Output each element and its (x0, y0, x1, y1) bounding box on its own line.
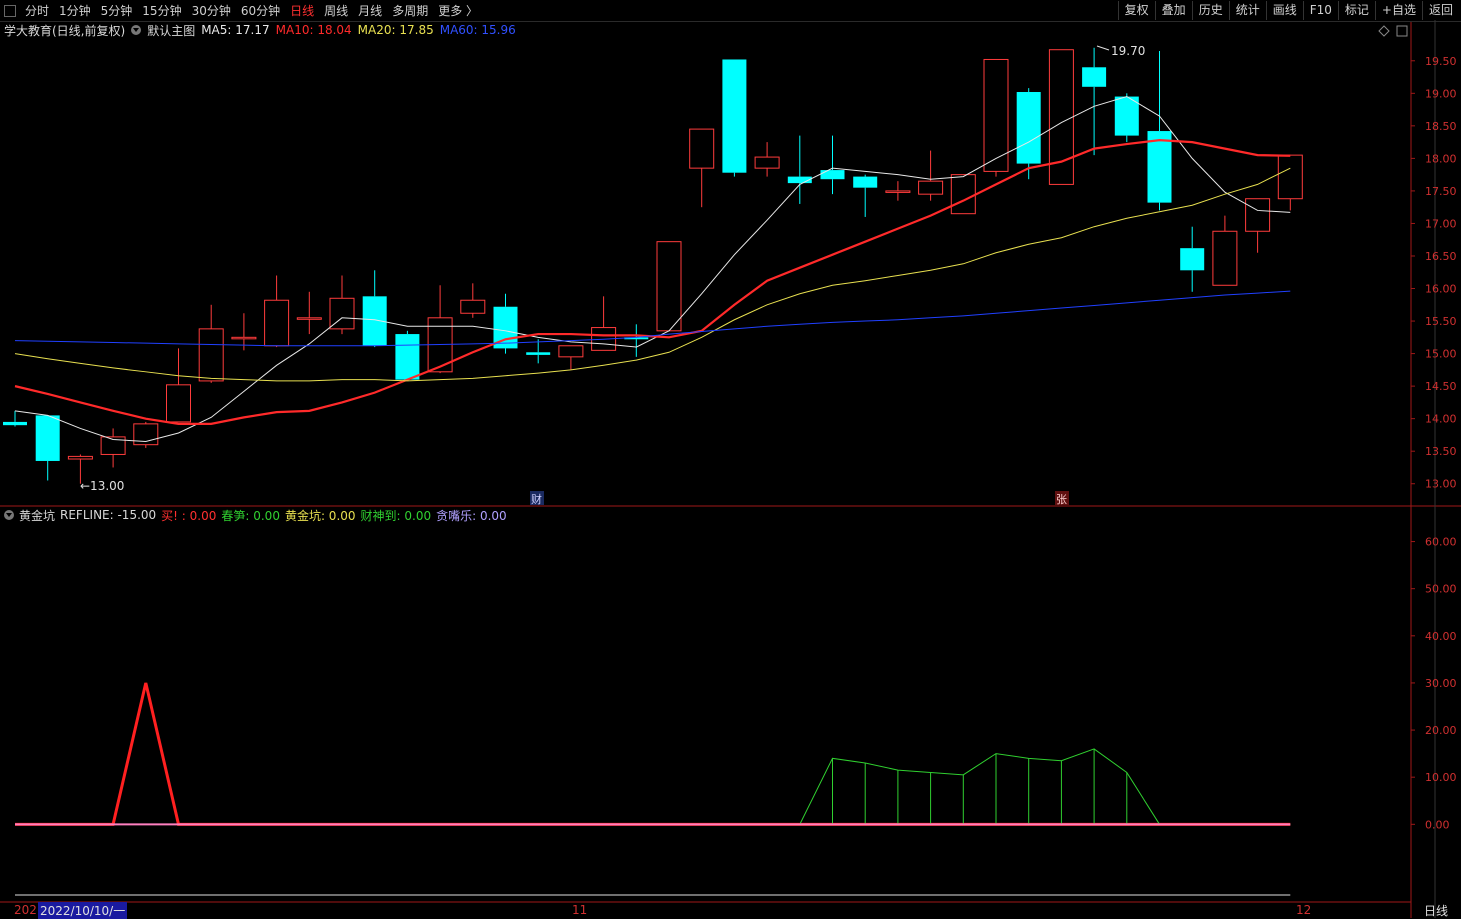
price-tick-label: 18.00 (1425, 152, 1457, 165)
indicator-tick-label: 40.00 (1425, 630, 1457, 643)
candle-body[interactable] (1212, 230, 1238, 286)
candle-body[interactable] (918, 180, 944, 195)
candle-body[interactable] (166, 384, 191, 423)
price-tick-label: 13.50 (1425, 445, 1457, 458)
cursor-date: 2022/10/10/一 (38, 902, 128, 919)
indicator-line-买! (15, 682, 1291, 826)
price-tick-label: 19.00 (1425, 87, 1457, 100)
indicator-tick-label: 20.00 (1425, 724, 1457, 737)
indicator-tick-label: 50.00 (1425, 583, 1457, 596)
candle-body[interactable] (722, 59, 747, 173)
candle-body[interactable] (231, 336, 257, 340)
candle-body[interactable] (754, 156, 780, 169)
candle-body[interactable] (1245, 198, 1271, 232)
price-tick-label: 16.00 (1425, 283, 1457, 296)
indicator-tick-label: 10.00 (1425, 771, 1457, 784)
price-tick-label: 15.00 (1425, 348, 1457, 361)
candle-body[interactable] (460, 299, 486, 314)
period-label[interactable]: 日线 (1424, 902, 1448, 919)
candle-body[interactable] (885, 190, 911, 193)
candle-body[interactable] (1277, 154, 1303, 200)
low-price-label: ←13.00 (80, 479, 124, 493)
candle-body[interactable] (656, 241, 682, 332)
indicator-tick-label: 60.00 (1425, 536, 1457, 549)
high-price-label: 19.70 (1111, 44, 1145, 58)
finance-marker[interactable]: 财 (531, 492, 542, 506)
price-tick-label: 19.50 (1425, 55, 1457, 68)
date-axis-year: 202 (14, 903, 37, 917)
candle-body[interactable] (558, 345, 584, 358)
price-tick-label: 13.00 (1425, 478, 1457, 491)
candle-body[interactable] (198, 328, 224, 382)
indicator-tick-label: 30.00 (1425, 677, 1457, 690)
month-11-label: 11 (572, 903, 588, 917)
candle-body[interactable] (950, 174, 976, 215)
date-axis: 202 2022/10/10/一 11 12 日线 (0, 902, 1461, 919)
candle-body[interactable] (820, 170, 845, 180)
price-tick-label: 17.00 (1425, 217, 1457, 230)
candle-body[interactable] (689, 128, 715, 169)
expand-icon[interactable] (1396, 25, 1408, 37)
price-tick-label: 17.50 (1425, 185, 1457, 198)
diamond-icon[interactable] (1378, 25, 1390, 37)
candle-body[interactable] (67, 455, 93, 460)
candle-body[interactable] (296, 317, 322, 320)
candle-body[interactable] (853, 176, 878, 188)
candle-body[interactable] (395, 334, 420, 380)
price-tick-label: 14.50 (1425, 380, 1457, 393)
price-tick-label: 16.50 (1425, 250, 1457, 263)
month-12-label: 12 (1296, 903, 1312, 917)
candle-body[interactable] (264, 299, 290, 347)
candle-body[interactable] (35, 415, 60, 461)
price-tick-label: 15.50 (1425, 315, 1457, 328)
kline-chart-area[interactable]: 13.00 13.50 14.00 14.50 15.00 15.50 16.00 16.50… (0, 0, 1461, 918)
price-tick-label: 18.50 (1425, 120, 1457, 133)
candle-body[interactable] (1114, 96, 1139, 136)
high-price-arrow (1096, 45, 1110, 51)
candle-body[interactable] (526, 352, 551, 355)
indicator-tick-label: 0.00 (1425, 818, 1450, 831)
candle-body[interactable] (1180, 248, 1205, 271)
candle-body[interactable] (3, 421, 27, 426)
rise-marker[interactable]: 张 (1056, 493, 1067, 506)
candle-body[interactable] (1082, 67, 1107, 87)
candle-body[interactable] (1016, 92, 1041, 164)
indicator-line-春笋 (15, 748, 1291, 825)
price-tick-label: 14.00 (1425, 413, 1457, 426)
